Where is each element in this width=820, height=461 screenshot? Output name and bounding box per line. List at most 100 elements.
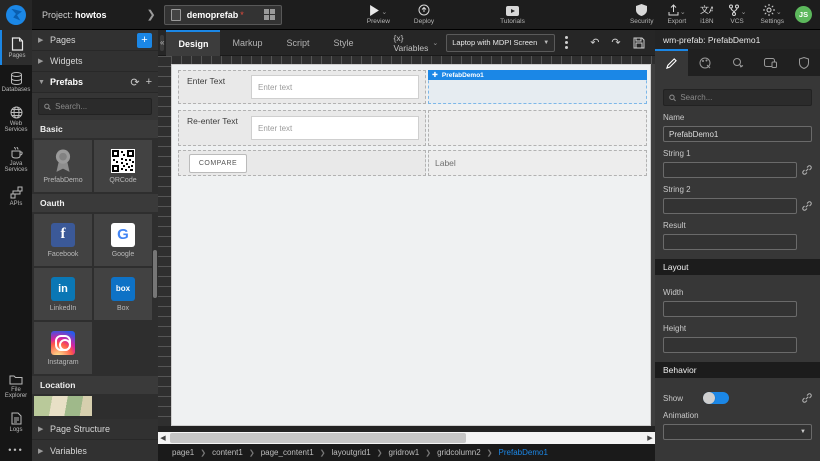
prefab-search-input[interactable] bbox=[55, 102, 146, 111]
breadcrumb-page-content1[interactable]: page_content1 bbox=[261, 448, 314, 457]
animation-select[interactable]: ▼ bbox=[663, 424, 812, 440]
rail-item-web-services[interactable]: Web Services bbox=[0, 99, 32, 139]
tab-style[interactable]: Style bbox=[322, 30, 366, 56]
tab-events[interactable] bbox=[721, 49, 754, 76]
string2-input[interactable] bbox=[663, 198, 797, 214]
i18n-button[interactable]: 文A i18N bbox=[693, 4, 720, 25]
string1-input[interactable] bbox=[663, 162, 797, 178]
bind-icon[interactable] bbox=[802, 393, 812, 403]
gridcolumn-enter-text[interactable]: Enter Text bbox=[178, 70, 426, 104]
height-input[interactable] bbox=[663, 337, 797, 353]
add-page-button[interactable]: + bbox=[137, 33, 152, 48]
label-widget[interactable]: Label bbox=[435, 158, 456, 168]
scrollbar-thumb[interactable] bbox=[170, 433, 466, 443]
import-prefab-button[interactable]: + bbox=[146, 76, 152, 88]
prefab-search[interactable] bbox=[38, 98, 152, 115]
group-header-location: Location bbox=[32, 376, 158, 394]
vcs-button[interactable]: ⌄ VCS bbox=[721, 4, 754, 25]
tab-device[interactable] bbox=[754, 49, 787, 76]
rail-item-java-services[interactable]: Java Services bbox=[0, 139, 32, 179]
rail-item-pages[interactable]: Pages bbox=[0, 30, 32, 65]
scroll-right-arrow[interactable]: ▶ bbox=[645, 434, 655, 442]
gridcolumn-compare[interactable]: COMPARE bbox=[178, 150, 426, 176]
redo-button[interactable]: ↷ bbox=[611, 36, 620, 49]
save-button[interactable] bbox=[633, 37, 645, 49]
sidebar-section-widgets[interactable]: ▶ Widgets bbox=[32, 51, 158, 72]
log-file-icon bbox=[11, 412, 22, 425]
api-nodes-icon bbox=[10, 186, 23, 199]
breadcrumb-content1[interactable]: content1 bbox=[212, 448, 243, 457]
breadcrumb-separator: ❯ bbox=[487, 449, 493, 457]
result-input[interactable] bbox=[663, 234, 797, 250]
tab-design[interactable]: Design bbox=[166, 30, 220, 56]
undo-button[interactable]: ↶ bbox=[590, 36, 599, 49]
map-prefab-thumbnail[interactable] bbox=[34, 396, 92, 416]
variables-dropdown[interactable]: {x} Variables⌄ bbox=[394, 33, 439, 53]
prefab-tile-facebook[interactable]: f Facebook bbox=[34, 214, 92, 266]
pages-grid-icon[interactable] bbox=[264, 9, 275, 20]
breadcrumb-gridcolumn2[interactable]: gridcolumn2 bbox=[437, 448, 481, 457]
collapse-sidebar-button[interactable]: « bbox=[160, 35, 164, 51]
breadcrumb-page1[interactable]: page1 bbox=[172, 448, 194, 457]
rail-item-logs[interactable]: Logs bbox=[0, 405, 32, 439]
tab-script[interactable]: Script bbox=[274, 30, 321, 56]
current-app-switcher[interactable]: demoprefab * bbox=[164, 5, 282, 25]
gridcolumn-reenter-text[interactable]: Re-enter Text bbox=[178, 110, 426, 146]
tab-properties[interactable] bbox=[655, 49, 688, 76]
gridcolumn-label[interactable]: Label bbox=[428, 150, 647, 176]
deploy-button[interactable]: Deploy bbox=[407, 4, 441, 25]
video-icon bbox=[506, 4, 519, 16]
settings-button[interactable]: ⌄ Settings bbox=[754, 4, 792, 25]
prefab-tile-google[interactable]: G Google bbox=[94, 214, 152, 266]
tutorials-button[interactable]: Tutorials bbox=[493, 4, 532, 25]
prefab-selection-header[interactable]: ✚ PrefabDemo1 bbox=[428, 70, 647, 80]
selected-prefab-widget[interactable]: ✚ PrefabDemo1 bbox=[428, 70, 647, 104]
tab-markup[interactable]: Markup bbox=[220, 30, 274, 56]
tab-styles[interactable] bbox=[688, 49, 721, 76]
reenter-text-input[interactable] bbox=[251, 116, 419, 140]
tab-security[interactable] bbox=[787, 49, 820, 76]
scroll-left-arrow[interactable]: ◀ bbox=[158, 434, 168, 442]
enter-text-input[interactable] bbox=[251, 75, 419, 99]
canvas-page[interactable]: Enter Text Re-enter Text COMPARE ✚ Prefa… bbox=[171, 64, 651, 426]
user-avatar[interactable]: JS bbox=[795, 6, 812, 23]
canvas-more-menu[interactable] bbox=[565, 36, 568, 49]
sidebar-section-pages[interactable]: ▶ Pages + bbox=[32, 30, 158, 51]
prefab-tile-instagram[interactable]: Instagram bbox=[34, 322, 92, 374]
properties-search[interactable] bbox=[663, 89, 812, 106]
security-button[interactable]: Security bbox=[623, 4, 660, 25]
device-select[interactable]: Laptop with MDPI Screen▼ bbox=[446, 34, 555, 52]
rail-more-button[interactable]: ••• bbox=[0, 439, 32, 461]
prefab-tile-box[interactable]: box Box bbox=[94, 268, 152, 320]
wavemaker-logo[interactable] bbox=[0, 0, 32, 30]
rail-item-databases[interactable]: Databases bbox=[0, 65, 32, 99]
horizontal-scrollbar[interactable]: ◀ ▶ bbox=[158, 432, 655, 444]
sidebar-section-page-structure[interactable]: ▶ Page Structure bbox=[32, 419, 158, 440]
prefab-tile-qrcode[interactable]: QRCode bbox=[94, 140, 152, 192]
left-sidebar: ▶ Pages + ▶ Widgets ▼ Prefabs ⟳ + Basic … bbox=[32, 30, 158, 461]
bind-icon[interactable] bbox=[802, 165, 812, 175]
chevron-right-icon: ▶ bbox=[38, 57, 44, 65]
export-button[interactable]: ⌄ Export bbox=[660, 4, 693, 25]
sidebar-section-prefabs[interactable]: ▼ Prefabs ⟳ + bbox=[32, 72, 158, 93]
rail-item-apis[interactable]: APIs bbox=[0, 179, 32, 213]
width-input[interactable] bbox=[663, 301, 797, 317]
show-toggle[interactable] bbox=[703, 392, 729, 404]
search-icon bbox=[44, 103, 51, 111]
breadcrumb-layoutgrid1[interactable]: layoutgrid1 bbox=[332, 448, 371, 457]
refresh-icon[interactable]: ⟳ bbox=[130, 76, 139, 89]
breadcrumb-gridrow1[interactable]: gridrow1 bbox=[389, 448, 420, 457]
prefab-tile-linkedin[interactable]: in LinkedIn bbox=[34, 268, 92, 320]
preview-button[interactable]: ⌄ Preview bbox=[360, 4, 397, 25]
breadcrumb-prefabdemo1[interactable]: PrefabDemo1 bbox=[499, 448, 548, 457]
sidebar-section-variables[interactable]: ▶ Variables bbox=[32, 440, 158, 461]
gridcolumn-empty[interactable] bbox=[428, 110, 647, 146]
name-input[interactable] bbox=[663, 126, 812, 142]
compare-button[interactable]: COMPARE bbox=[189, 154, 247, 173]
bind-icon[interactable] bbox=[802, 201, 812, 211]
properties-search-input[interactable] bbox=[680, 93, 806, 102]
chevron-down-icon: ▼ bbox=[38, 79, 44, 86]
prefab-tile-prefabdemo[interactable]: PrefabDemo bbox=[34, 140, 92, 192]
sidebar-scrollbar[interactable] bbox=[153, 250, 157, 298]
rail-item-file-explorer[interactable]: File Explorer bbox=[0, 367, 32, 405]
